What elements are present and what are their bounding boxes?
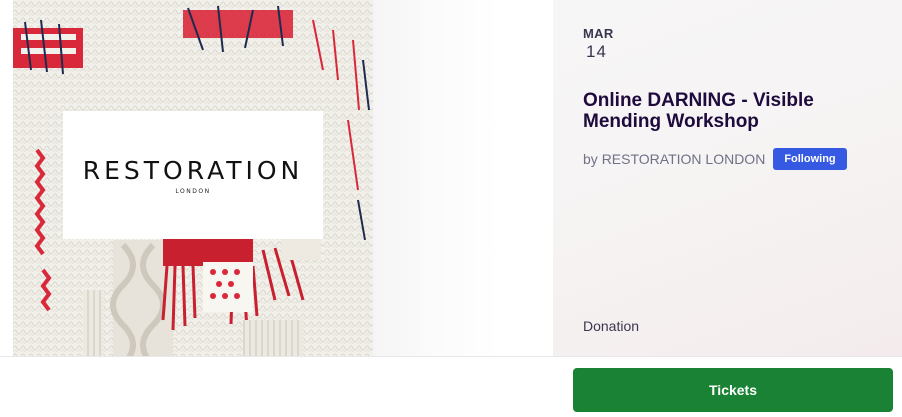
event-title[interactable]: Online DARNING - Visible Mending Worksho… <box>583 90 883 132</box>
organizer-row: by RESTORATION LONDON Following <box>583 148 847 170</box>
tickets-button[interactable]: Tickets <box>573 368 893 412</box>
organizer-prefix: by <box>583 151 598 167</box>
organizer-name: RESTORATION LONDON <box>601 151 766 167</box>
event-card-page: RESTORATION LONDON MAR 14 Online DARNING… <box>0 0 902 417</box>
following-button[interactable]: Following <box>773 148 847 170</box>
event-image[interactable]: RESTORATION LONDON <box>13 0 373 356</box>
organizer-byline[interactable]: by RESTORATION LONDON <box>583 151 765 167</box>
event-date-month: MAR <box>583 26 614 41</box>
logo-wordmark: RESTORATION <box>82 155 304 185</box>
bottom-action-bar: Tickets <box>0 356 902 417</box>
brand-logo: RESTORATION LONDON <box>63 111 323 239</box>
event-info-panel: MAR 14 Online DARNING - Visible Mending … <box>553 0 902 356</box>
event-price: Donation <box>583 318 640 334</box>
logo-subtitle: LONDON <box>175 187 211 195</box>
event-date-day: 14 <box>586 42 607 61</box>
background-wash <box>360 0 560 356</box>
